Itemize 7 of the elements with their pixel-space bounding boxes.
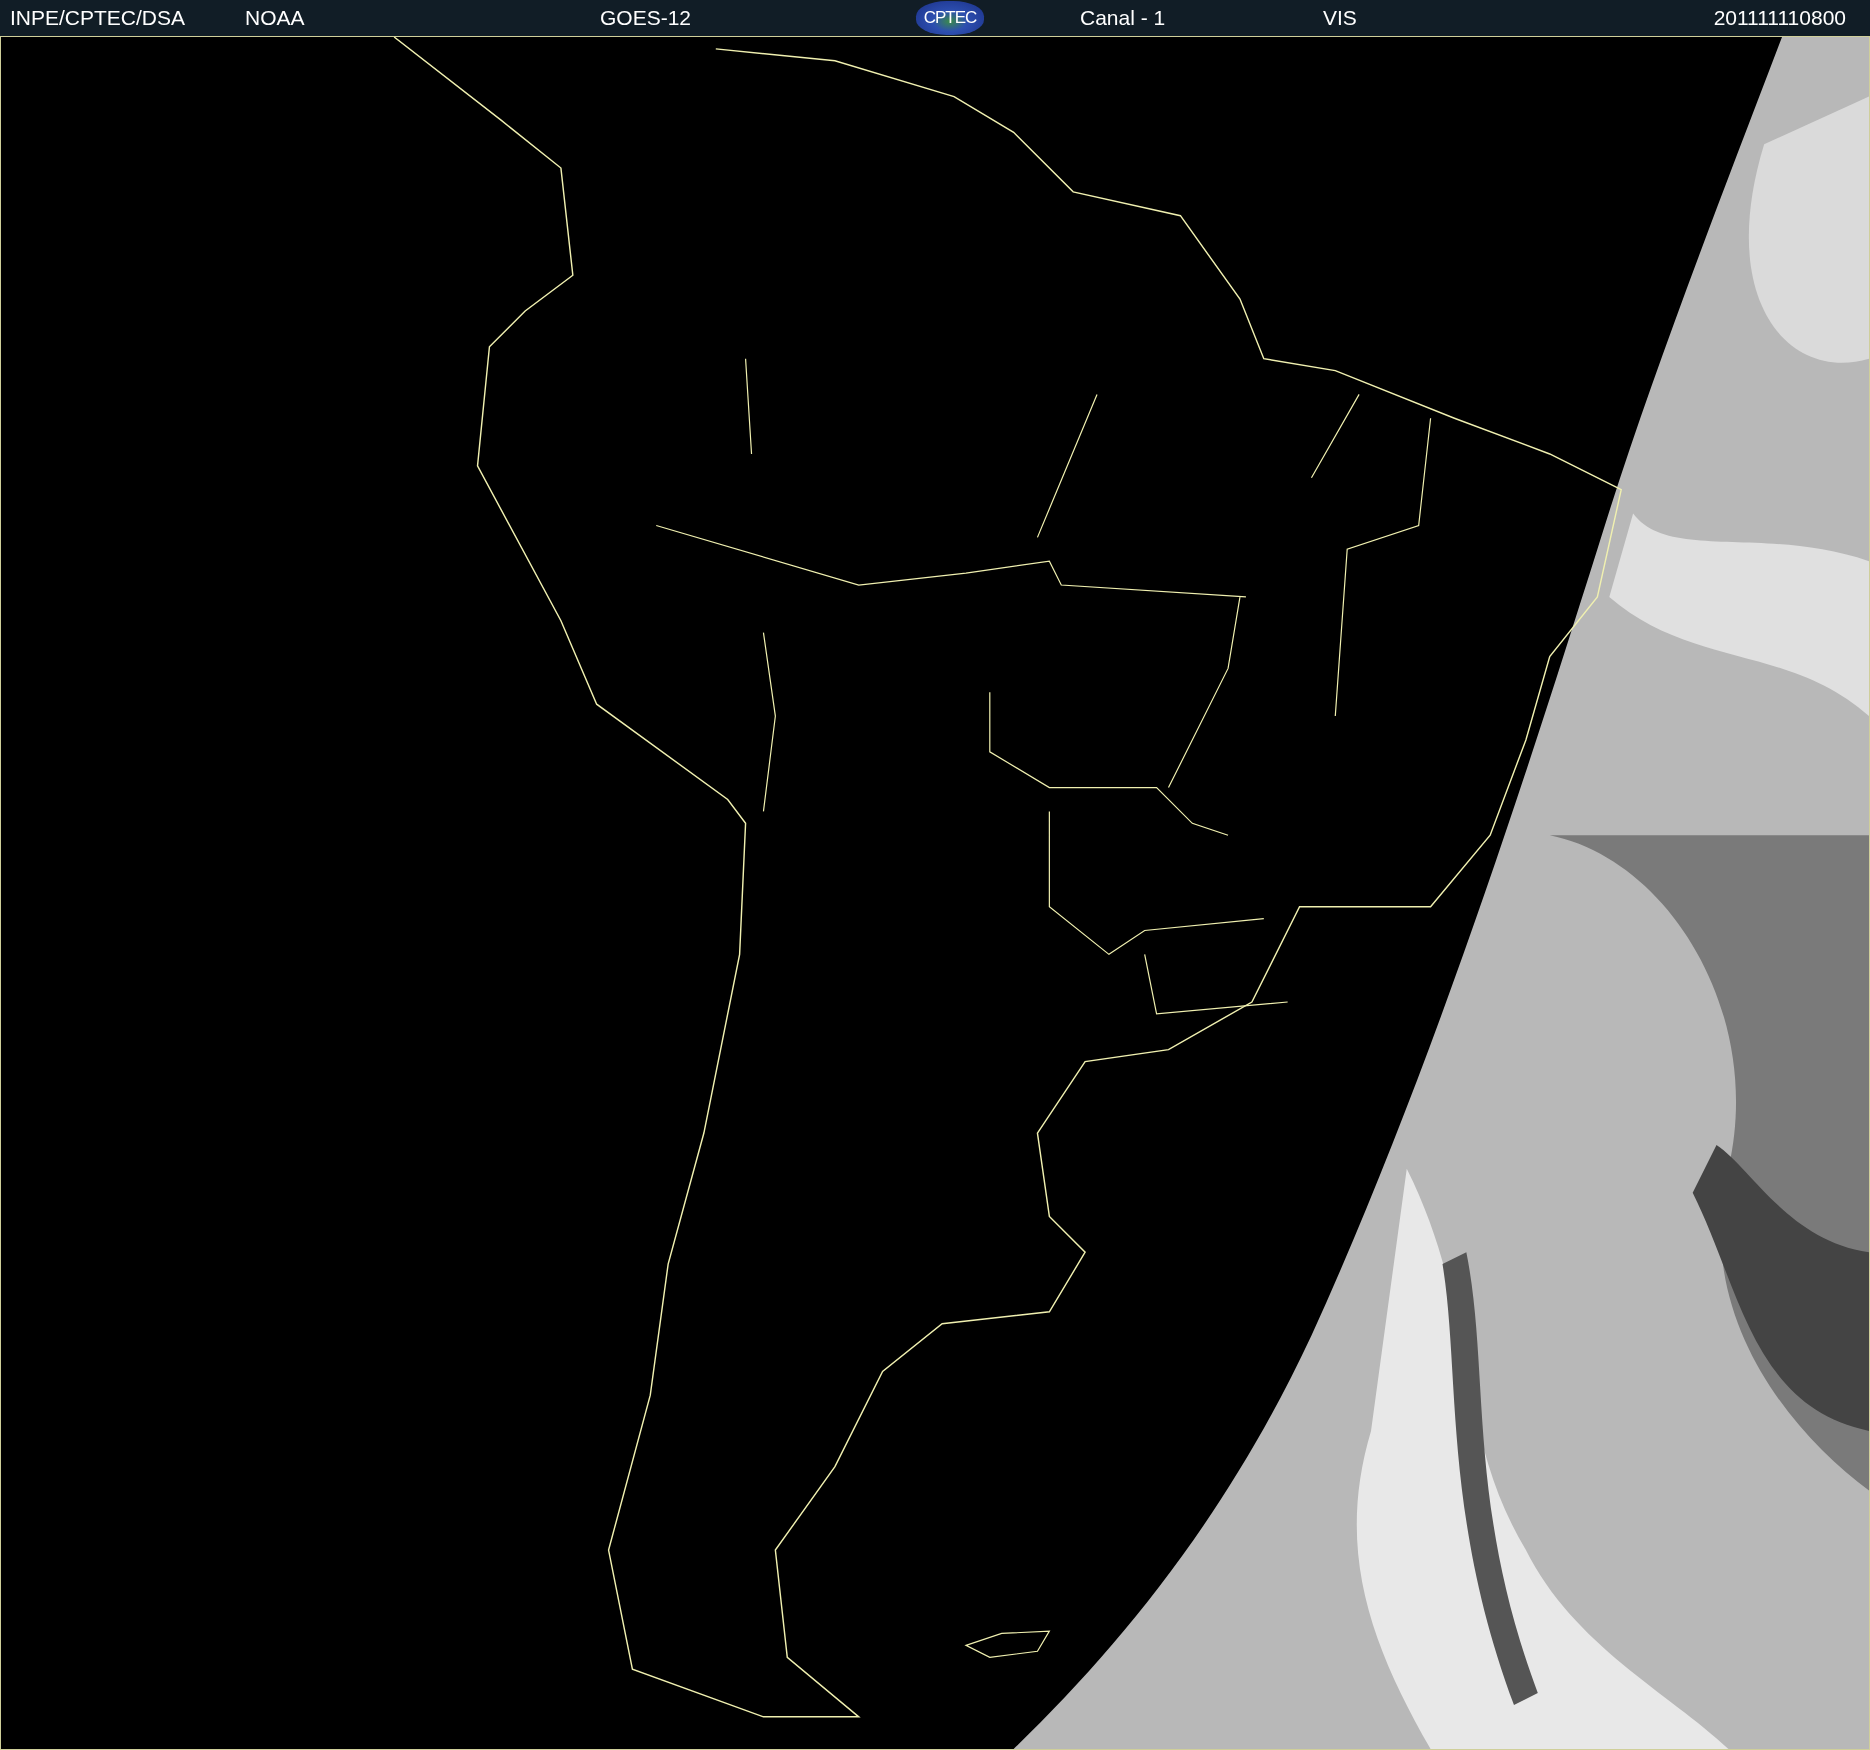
band-label: VIS bbox=[1323, 5, 1358, 31]
institution-label: INPE/CPTEC/DSA bbox=[10, 5, 187, 31]
channel-label: Canal - 1 bbox=[1080, 5, 1167, 31]
timestamp-label: 201111110800 bbox=[1713, 5, 1846, 31]
agency-label: NOAA bbox=[245, 5, 306, 31]
satellite-label: GOES-12 bbox=[600, 5, 693, 31]
logo: CPTEC bbox=[916, 1, 984, 35]
